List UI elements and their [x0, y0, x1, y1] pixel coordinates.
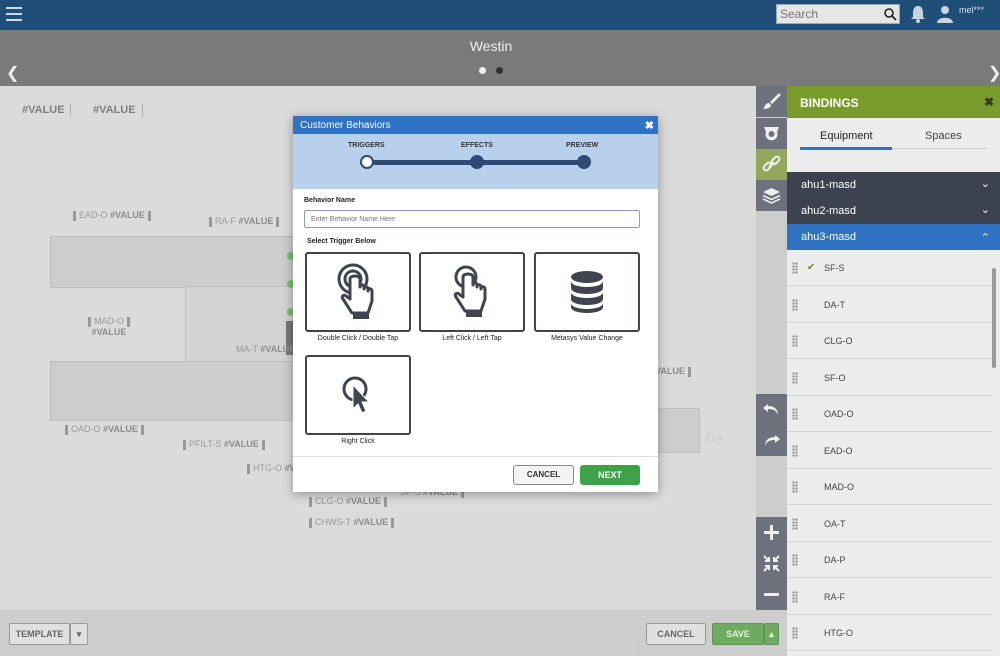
tap-icon — [453, 265, 487, 317]
point-name: OAD-O — [824, 409, 854, 419]
step-progress: TRIGGERS EFFECTS PREVIEW — [293, 134, 658, 189]
trigger-left-click[interactable] — [419, 252, 525, 332]
point-name: DA-T — [824, 299, 845, 310]
equipment-group-ahu2[interactable]: ahu2-masd ⌄ — [787, 198, 1000, 224]
step-label-effects: EFFECTS — [461, 142, 493, 149]
chevron-down-icon: ⌄ — [980, 178, 990, 190]
drag-handle-icon[interactable] — [792, 335, 798, 347]
user-name[interactable]: mel*** — [959, 5, 984, 15]
customer-behaviors-dialog: Customer Behaviors ✖ TRIGGERS EFFECTS PR… — [293, 116, 658, 492]
point-row[interactable]: HTG-O — [787, 615, 992, 651]
trigger-label-metasys-value-change: Metasys Value Change — [551, 335, 623, 342]
dialog-next-button[interactable]: NEXT — [580, 465, 640, 485]
active-tab-underline — [800, 147, 892, 150]
dialog-header: Customer Behaviors ✖ — [293, 116, 658, 134]
point-name: RA-F — [824, 591, 845, 602]
trigger-label-right-click: Right Click — [341, 438, 375, 445]
tab-spaces[interactable]: Spaces — [925, 130, 962, 142]
search-icon[interactable] — [883, 7, 897, 21]
database-icon — [571, 271, 603, 313]
previous-page-icon[interactable]: ❮ — [6, 63, 19, 83]
drag-handle-icon[interactable] — [792, 554, 798, 566]
drag-handle-icon[interactable] — [792, 517, 798, 530]
point-name: SF-S — [824, 263, 845, 273]
point-name: SF-O — [824, 372, 846, 383]
dialog-footer: CANCEL NEXT — [293, 456, 658, 492]
notification-bell-icon[interactable] — [909, 4, 927, 24]
title-band: Westin ❮ ❯ — [0, 30, 1000, 86]
bindings-panel: BINDINGS ✖ Equipment Spaces ahu1-masd ⌄ … — [787, 86, 1000, 656]
point-name: OA-T — [824, 518, 846, 529]
close-icon[interactable]: ✖ — [645, 119, 654, 132]
point-row[interactable]: EAD-O — [787, 433, 992, 469]
dialog-cancel-button[interactable]: CANCEL — [513, 465, 574, 485]
point-row[interactable]: MAD-O — [787, 469, 992, 505]
chevron-down-icon: ⌄ — [980, 204, 990, 216]
behavior-name-input[interactable] — [304, 210, 640, 228]
point-name: EAD-O — [824, 445, 853, 456]
close-icon[interactable]: ✖ — [984, 95, 994, 109]
check-icon: ✔ — [807, 262, 816, 273]
step-label-triggers: TRIGGERS — [348, 142, 385, 149]
point-row[interactable]: OA-T — [787, 506, 992, 542]
trigger-metasys-value-change[interactable] — [534, 252, 640, 332]
search-box[interactable] — [776, 4, 900, 24]
behavior-name-label: Behavior Name — [304, 197, 355, 204]
point-row[interactable]: OAD-O — [787, 396, 992, 432]
step-node-preview[interactable] — [577, 155, 591, 169]
drag-handle-icon[interactable] — [792, 590, 798, 603]
point-row[interactable]: DA-P — [787, 542, 992, 578]
drag-handle-icon[interactable] — [792, 262, 798, 274]
trigger-label-left-click: Left Click / Left Tap — [442, 335, 502, 342]
page-dot-1[interactable] — [479, 67, 486, 74]
scrollbar[interactable] — [992, 268, 996, 368]
trigger-prompt: Select Trigger Below — [307, 238, 376, 245]
tab-equipment[interactable]: Equipment — [820, 130, 873, 142]
drag-handle-icon[interactable] — [792, 298, 798, 311]
drag-handle-icon[interactable] — [792, 627, 798, 639]
top-bar: mel*** — [0, 0, 1000, 30]
drag-handle-icon[interactable] — [792, 408, 798, 420]
trigger-label-double-click: Double Click / Double Tap — [317, 335, 399, 342]
menu-icon[interactable] — [6, 7, 22, 21]
page-title: Westin — [469, 38, 513, 54]
double-tap-icon — [337, 263, 374, 319]
point-name: CLG-O — [824, 336, 853, 346]
bindings-title: BINDINGS — [800, 96, 859, 110]
tab-underline — [892, 148, 987, 149]
bindings-header: BINDINGS ✖ — [787, 86, 1000, 118]
search-input[interactable] — [777, 5, 877, 23]
equipment-group-ahu3[interactable]: ahu3-masd ⌃ — [787, 224, 1000, 250]
dialog-title: Customer Behaviors — [300, 120, 391, 131]
point-row[interactable]: RA-F — [787, 579, 992, 615]
trigger-double-click[interactable] — [305, 252, 411, 332]
step-node-effects[interactable] — [470, 155, 484, 169]
drag-handle-icon[interactable] — [792, 444, 798, 457]
point-row[interactable]: SF-O — [787, 360, 992, 396]
point-name: MAD-O — [824, 482, 854, 492]
point-name: DA-P — [824, 555, 846, 565]
equipment-group-ahu1[interactable]: ahu1-masd ⌄ — [787, 172, 1000, 198]
step-label-preview: PREVIEW — [566, 142, 599, 149]
next-page-icon[interactable]: ❯ — [988, 63, 1000, 83]
cursor-click-icon — [342, 376, 371, 414]
trigger-right-click[interactable] — [305, 355, 411, 435]
point-name: HTG-O — [824, 628, 853, 638]
step-node-triggers[interactable] — [360, 155, 374, 169]
user-avatar-icon[interactable] — [937, 4, 953, 24]
page-dot-2[interactable] — [496, 67, 503, 74]
point-row[interactable]: DA-T — [787, 287, 992, 323]
chevron-up-icon: ⌃ — [980, 232, 990, 244]
point-row[interactable]: CLG-O — [787, 323, 992, 359]
drag-handle-icon[interactable] — [792, 481, 798, 493]
point-row[interactable]: ✔ SF-S — [787, 250, 992, 286]
drag-handle-icon[interactable] — [792, 371, 798, 384]
